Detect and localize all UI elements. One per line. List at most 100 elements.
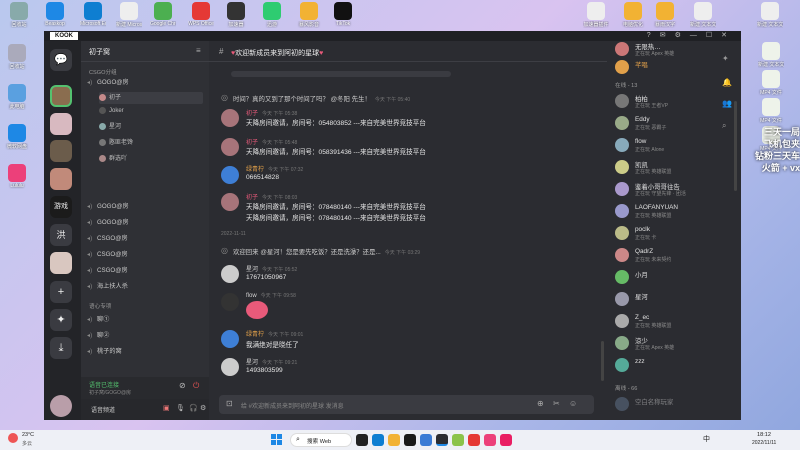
avatar[interactable] (221, 358, 239, 376)
scrollbar[interactable] (734, 101, 737, 191)
app-icon[interactable] (500, 434, 512, 446)
avatar[interactable] (221, 193, 239, 211)
channel-item[interactable]: ◂) CSGO@房 (87, 249, 205, 261)
message-author[interactable]: flow 今天 下午 09:58 (246, 292, 296, 299)
help-icon[interactable]: ? (647, 31, 651, 41)
desktop-icon[interactable]: Microsoft Edge (80, 2, 106, 27)
home-icon[interactable]: 💬 (50, 49, 72, 71)
desktop-icon[interactable]: 迅游 (259, 2, 285, 28)
emoji-icon[interactable]: ☺ (569, 399, 577, 408)
scrollbar[interactable] (601, 341, 604, 381)
server-icon[interactable]: 游戏 (50, 196, 72, 218)
message-author[interactable]: 绿青柠 今天 下午 07:32 (246, 164, 303, 173)
channel-item[interactable]: ◂) CSGO@房 (87, 233, 205, 245)
scissors-icon[interactable]: ✂ (553, 399, 560, 408)
clock-date[interactable]: 2022/11/11 (752, 440, 776, 446)
member-item[interactable]: 空白名称玩家 (615, 396, 725, 414)
taskview-icon[interactable] (356, 434, 368, 446)
inbox-icon[interactable]: ✉ (660, 31, 666, 41)
message-author[interactable]: 初子 今天 下午 05:48 (246, 137, 297, 146)
member-item[interactable]: 星河 (615, 291, 725, 309)
desktop-icon[interactable]: MP4 文件 (758, 70, 784, 96)
kook-taskbar-icon[interactable] (436, 434, 448, 446)
headphones-icon[interactable]: 🎧 (189, 404, 198, 412)
member-item[interactable]: zzz (615, 357, 725, 375)
download-icon[interactable]: ⤓ (50, 337, 72, 359)
channel-item[interactable]: ◂) 桃子的窝 (87, 346, 205, 358)
desktop-icon[interactable]: 电脑优化 (620, 2, 646, 28)
disconnect-icon[interactable]: ⏻ (193, 381, 199, 391)
voice-user[interactable]: 憨匪老馋 (99, 137, 203, 149)
server-icon[interactable] (50, 252, 72, 274)
screen-share-icon[interactable]: ⊘ (179, 381, 186, 390)
desktop-icon[interactable]: WPS Office (188, 2, 214, 27)
member-item[interactable]: 凯凯 正在玩 英雄联盟 (615, 159, 725, 177)
avatar[interactable] (221, 265, 239, 283)
explorer-icon[interactable] (388, 434, 400, 446)
app-icon[interactable] (484, 434, 496, 446)
avatar[interactable] (221, 138, 239, 156)
channel-item[interactable]: ◂) 聊② (87, 330, 205, 342)
member-item[interactable]: Eddy 正在玩 恶霸子 (615, 115, 725, 133)
member-item[interactable]: 芊唱 (615, 59, 725, 77)
message-author[interactable]: 星河 今天 下午 05:52 (246, 264, 297, 273)
app-icon[interactable] (468, 434, 480, 446)
member-item[interactable]: 涼少 正在玩 Apex 英雄 (615, 335, 725, 353)
voice-user[interactable]: Joker (99, 105, 203, 117)
message-author[interactable]: 绿青柠 今天 下午 09:01 (246, 329, 303, 338)
server-icon[interactable] (50, 168, 72, 190)
server-name[interactable]: 初子窝 (89, 47, 110, 57)
channel-item[interactable]: ◂) GOGO@房 (87, 201, 205, 213)
taskbar-search[interactable]: ⌕ 搜索 Web (290, 433, 352, 447)
avatar[interactable] (221, 109, 239, 127)
avatar[interactable] (221, 293, 239, 311)
desktop-icon[interactable]: 回收站 (4, 44, 30, 70)
settings-icon[interactable]: ⚙ (200, 404, 206, 412)
member-item[interactable]: LAOFANYUAN 正在玩 英雄联盟 (615, 203, 725, 221)
avatar[interactable] (221, 330, 239, 348)
member-item[interactable]: 柏柏 正在玩 王者VP (615, 93, 725, 111)
member-item[interactable]: 无限热… 正在玩 Apex 英雄 (615, 41, 725, 59)
voice-user[interactable]: 初子 (99, 92, 203, 104)
message-author[interactable]: 初子 今天 下午 05:38 (246, 108, 297, 117)
member-item[interactable]: poclk 正在玩 卡 (615, 225, 725, 243)
steam-icon[interactable] (404, 434, 416, 446)
desktop-icon[interactable]: 微软网盘 (4, 124, 30, 150)
pin-icon[interactable]: ✦ (722, 54, 729, 63)
weather-icon[interactable] (8, 433, 18, 443)
channel-item[interactable]: ◂) 海上扶人杀 (87, 281, 205, 293)
desktop-icon[interactable]: 新建 文本文档 (757, 2, 783, 28)
member-item[interactable]: Z_ec 正在玩 英雄联盟 (615, 313, 725, 331)
windows-start-icon[interactable] (271, 434, 283, 446)
desktop-icon[interactable]: 加速器插件 (583, 2, 609, 28)
desktop-icon[interactable]: 新建 文本文档 (690, 2, 716, 28)
attach-icon[interactable]: ⊡ (226, 399, 233, 408)
edge-icon[interactable] (372, 434, 384, 446)
settings-icon[interactable]: ⚙ (675, 31, 681, 41)
channel-group-header[interactable]: CSGO分组 (89, 68, 117, 76)
app-icon[interactable] (420, 434, 432, 446)
server-icon[interactable]: 洪 (50, 224, 72, 246)
maximize-icon[interactable]: ☐ (706, 31, 712, 41)
server-icon[interactable] (50, 140, 72, 162)
channel-item[interactable]: ◂) GOGO@房 (87, 217, 205, 229)
desktop-icon[interactable]: MP4 文件 (758, 98, 784, 124)
desktop-icon[interactable]: 暴风影音 (296, 2, 322, 28)
member-item[interactable]: 小月 (615, 269, 725, 287)
desktop-icon[interactable]: Beaskop (42, 2, 68, 27)
desktop-icon[interactable]: 此电脑 (4, 84, 30, 110)
desktop-icon[interactable]: 暴雨汉字 (652, 2, 678, 28)
channel-item[interactable]: ◂) GOGO@房 (87, 77, 205, 89)
desktop-icon[interactable]: 加速器 (223, 2, 249, 28)
clock-time[interactable]: 18:12 (757, 432, 771, 438)
desktop-icon[interactable]: Lululu (4, 164, 30, 189)
add-server-icon[interactable]: + (50, 281, 72, 303)
notification-icon[interactable]: 🔔 (722, 78, 732, 87)
search-icon[interactable]: ⌕ (722, 121, 726, 131)
channel-item[interactable]: ◂) 聊① (87, 314, 205, 326)
message-composer[interactable]: ⊡ 给 #欢迎新成员来到阿初的星球 发消息 ⊕ ✂ ☺ (219, 395, 594, 414)
stream-icon[interactable]: ▣ (163, 404, 170, 412)
user-avatar[interactable] (50, 395, 72, 417)
server-icon[interactable] (50, 85, 72, 107)
mic-icon[interactable]: 🎙 (176, 404, 185, 412)
